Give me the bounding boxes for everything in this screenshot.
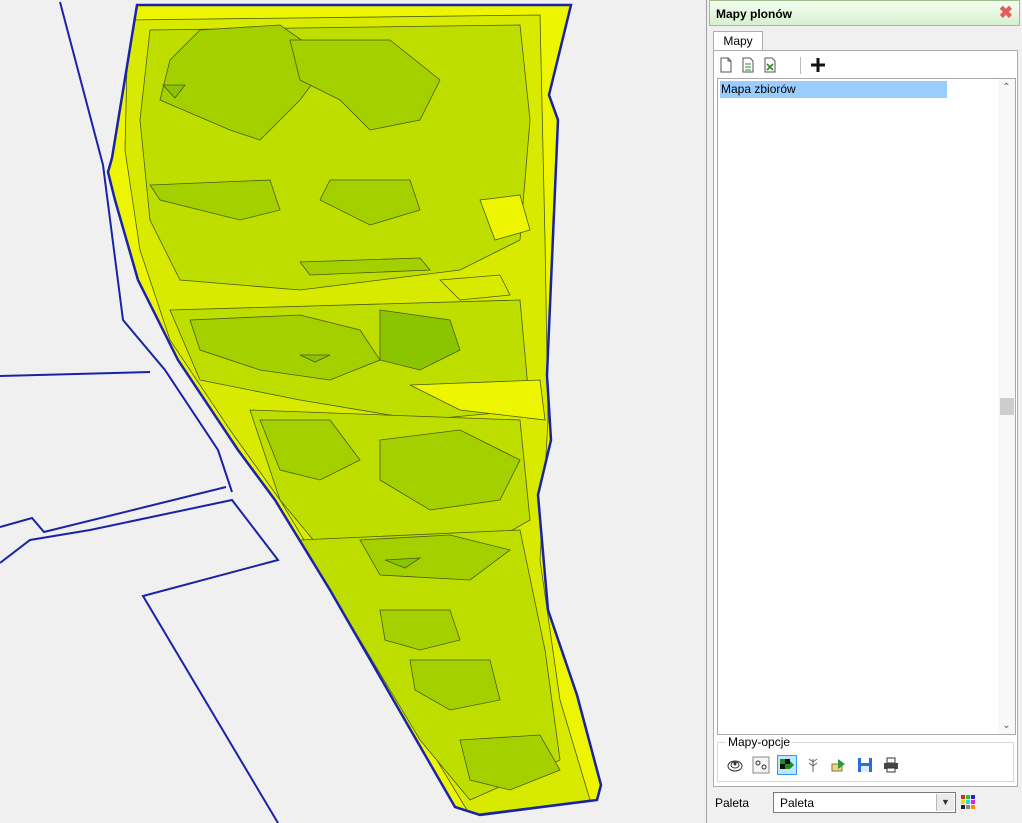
scroll-thumb[interactable] [1000,398,1014,415]
maps-panel: Mapy plonów ✖ Mapy Mapa zbiorów ⌃ ⌄ Mapy… [709,0,1022,823]
vertical-scrollbar[interactable]: ⌃ ⌄ [998,79,1015,734]
palette-label: Paleta [715,796,750,810]
map-options-label: Mapy-opcje [726,735,793,749]
palette-select[interactable]: Paleta ▼ [773,792,956,813]
close-icon[interactable]: ✖ [999,4,1013,22]
maps-list[interactable]: Mapa zbiorów ⌃ ⌄ [717,78,1016,735]
layers-icon[interactable] [726,756,744,774]
scroll-down-icon[interactable]: ⌄ [998,717,1015,734]
map-options-group: Mapy-opcje [717,735,1014,782]
toolbar-separator [800,57,801,74]
list-item[interactable]: Mapa zbiorów [720,81,947,98]
panel-title: Mapy plonów [716,7,792,21]
edit-document-icon[interactable] [739,56,757,74]
new-document-icon[interactable] [717,56,735,74]
add-icon[interactable] [809,56,827,74]
delete-document-icon[interactable] [761,56,779,74]
map-grid-icon[interactable] [777,755,797,775]
print-icon[interactable] [882,756,900,774]
save-icon[interactable] [856,756,874,774]
scroll-up-icon[interactable]: ⌃ [998,79,1015,96]
palette-icon[interactable] [961,795,975,809]
map-canvas[interactable] [0,0,707,823]
crop-icon[interactable] [804,756,822,774]
export-icon[interactable] [830,756,848,774]
panel-header: Mapy plonów ✖ [709,0,1020,26]
points-icon[interactable] [752,756,770,774]
tab-mapy[interactable]: Mapy [713,31,763,51]
palette-select-value: Paleta [780,796,815,810]
chevron-down-icon[interactable]: ▼ [936,794,954,811]
yield-zones [108,5,601,815]
